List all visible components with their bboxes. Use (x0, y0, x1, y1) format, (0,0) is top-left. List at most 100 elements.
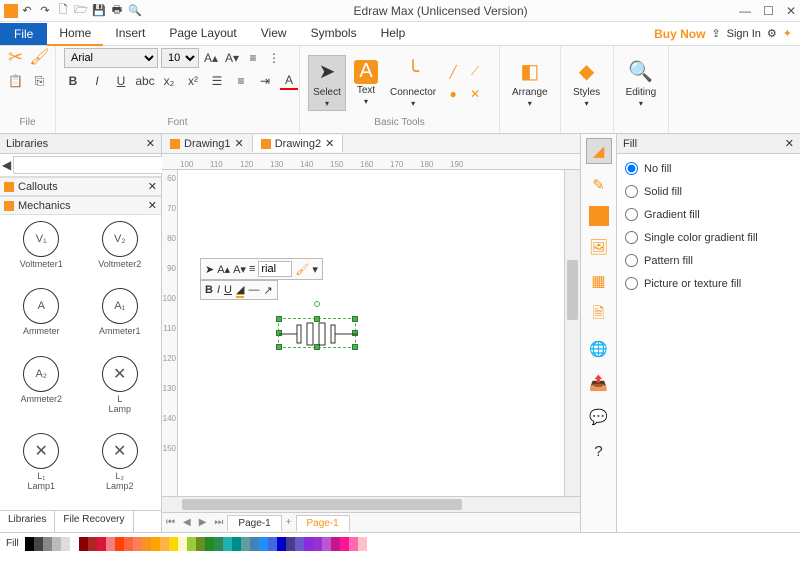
swatch[interactable] (250, 537, 259, 551)
swatch[interactable] (331, 537, 340, 551)
tab-home[interactable]: Home (47, 22, 103, 46)
format-painter-icon[interactable]: 🖌 (31, 48, 49, 66)
mini-arrow-icon[interactable]: ↗ (263, 284, 272, 297)
bold-icon[interactable]: B (64, 72, 82, 90)
swatch[interactable] (214, 537, 223, 551)
shape-ammeter1[interactable]: A₁Ammeter1 (83, 286, 158, 351)
doctab-drawing2[interactable]: Drawing2✕ (253, 135, 344, 152)
indent-icon[interactable]: ⇥ (256, 72, 274, 90)
subscript-icon[interactable]: x₂ (160, 72, 178, 90)
settings-icon[interactable]: ⚙ (767, 27, 777, 40)
arrange-button[interactable]: ◧Arrange▾ (508, 56, 552, 110)
line-style-icon[interactable]: ✎ (586, 172, 612, 198)
font-inc-icon[interactable]: A▴ (217, 263, 230, 276)
swatch[interactable] (97, 537, 106, 551)
buy-now-link[interactable]: Buy Now (654, 27, 705, 41)
fill-opt-gradient[interactable]: Gradient fill (625, 208, 792, 221)
swatch[interactable] (322, 537, 331, 551)
align-icon[interactable]: ≡ (244, 49, 262, 67)
tab-symbols[interactable]: Symbols (299, 22, 369, 46)
format-painter-mini-icon[interactable]: 🖌 (295, 263, 309, 276)
mini-line-icon[interactable]: — (248, 284, 259, 296)
mini-underline-icon[interactable]: U (224, 284, 232, 296)
swatch[interactable] (232, 537, 241, 551)
tab-insert[interactable]: Insert (103, 22, 157, 46)
swatch[interactable] (268, 537, 277, 551)
export-icon[interactable]: 📤 (586, 370, 612, 396)
swatch[interactable] (286, 537, 295, 551)
swatch[interactable] (340, 537, 349, 551)
tab-page-layout[interactable]: Page Layout (157, 22, 248, 46)
font-name-select[interactable]: Arial (64, 48, 158, 68)
save-icon[interactable]: 💾 (92, 4, 106, 18)
font-size-select[interactable]: 10 (161, 48, 199, 68)
fill-opt-solid[interactable]: Solid fill (625, 185, 792, 198)
page-last-icon[interactable]: ⏭ (210, 517, 227, 528)
fill-tool-icon[interactable]: ◢ (586, 138, 612, 164)
swatch[interactable] (241, 537, 250, 551)
picture-icon[interactable]: 🖼 (586, 234, 612, 260)
redo-icon[interactable]: ↷ (38, 4, 52, 18)
mini-fill-icon[interactable]: ◢ (236, 283, 244, 298)
swatch[interactable] (79, 537, 88, 551)
comment-icon[interactable]: 💬 (586, 404, 612, 430)
text-tool[interactable]: AText▾ (350, 58, 382, 108)
rotate-handle[interactable] (314, 301, 320, 307)
file-menu[interactable]: File (0, 23, 47, 45)
undo-icon[interactable]: ↶ (20, 4, 34, 18)
font-dec-icon[interactable]: A▾ (233, 263, 246, 276)
callouts-section[interactable]: Callouts✕ (0, 177, 161, 196)
page-next-icon[interactable]: ▶ (195, 517, 211, 528)
vertical-scrollbar[interactable] (564, 170, 580, 496)
tab-help[interactable]: Help (369, 22, 418, 46)
font-color-icon[interactable]: A (280, 72, 298, 90)
swatch[interactable] (313, 537, 322, 551)
selected-shape[interactable] (278, 318, 356, 348)
underline-icon[interactable]: U (112, 72, 130, 90)
libraries-tab[interactable]: Libraries (0, 511, 55, 532)
swatch[interactable] (124, 537, 133, 551)
fill-opt-single-gradient[interactable]: Single color gradient fill (625, 231, 792, 244)
doctab-drawing1[interactable]: Drawing1✕ (162, 135, 253, 152)
swatch[interactable] (160, 537, 169, 551)
share-icon[interactable]: ⇪ (711, 27, 720, 40)
page-tab-1[interactable]: Page-1 (227, 515, 281, 531)
clipboard-icon[interactable]: ⎘ (31, 72, 49, 90)
sign-in-link[interactable]: Sign In (727, 28, 761, 40)
minimize-button[interactable]: — (739, 4, 751, 18)
line-tool-icon[interactable]: ╱ (444, 63, 462, 81)
align-menu-icon[interactable]: ≡ (249, 263, 255, 275)
nav-back-icon[interactable]: ◀ (2, 156, 11, 174)
more-icon[interactable]: ▾ (312, 263, 318, 276)
print-icon[interactable]: 🖶 (110, 4, 124, 18)
shape-lamp1[interactable]: L₁Lamp1 (4, 431, 79, 506)
editing-button[interactable]: 🔍Editing▾ (622, 56, 661, 110)
maximize-button[interactable]: ☐ (763, 4, 774, 18)
library-search-input[interactable] (13, 156, 163, 174)
shape-voltmeter2[interactable]: V₂Voltmeter2 (83, 219, 158, 284)
swatch[interactable] (259, 537, 268, 551)
fill-opt-pattern[interactable]: Pattern fill (625, 254, 792, 267)
swatch[interactable] (349, 537, 358, 551)
cursor-icon[interactable]: ➤ (205, 263, 214, 276)
shape-lamp[interactable]: LLamp (83, 354, 158, 429)
swatch[interactable] (277, 537, 286, 551)
fill-opt-picture[interactable]: Picture or texture fill (625, 277, 792, 290)
decrease-font-icon[interactable]: A▾ (223, 49, 241, 67)
arc-tool-icon[interactable]: ⟋ (466, 63, 484, 81)
swatch[interactable] (205, 537, 214, 551)
swatch[interactable] (304, 537, 313, 551)
increase-font-icon[interactable]: A▴ (202, 49, 220, 67)
swatch[interactable] (133, 537, 142, 551)
drawing-canvas[interactable]: ➤ A▴ A▾ ≡ 🖌 ▾ B I U ◢ — ↗ (178, 170, 564, 496)
app-icon[interactable]: ✦ (783, 27, 792, 40)
swatch[interactable] (106, 537, 115, 551)
close-panel-icon[interactable]: ✕ (146, 137, 155, 150)
mini-italic-icon[interactable]: I (217, 284, 220, 296)
swatch[interactable] (358, 537, 367, 551)
swatch[interactable] (169, 537, 178, 551)
horizontal-scrollbar[interactable] (162, 496, 580, 512)
shape-lamp2[interactable]: L₂Lamp2 (83, 431, 158, 506)
paste-icon[interactable]: ✂ (7, 48, 25, 66)
swatch[interactable] (115, 537, 124, 551)
